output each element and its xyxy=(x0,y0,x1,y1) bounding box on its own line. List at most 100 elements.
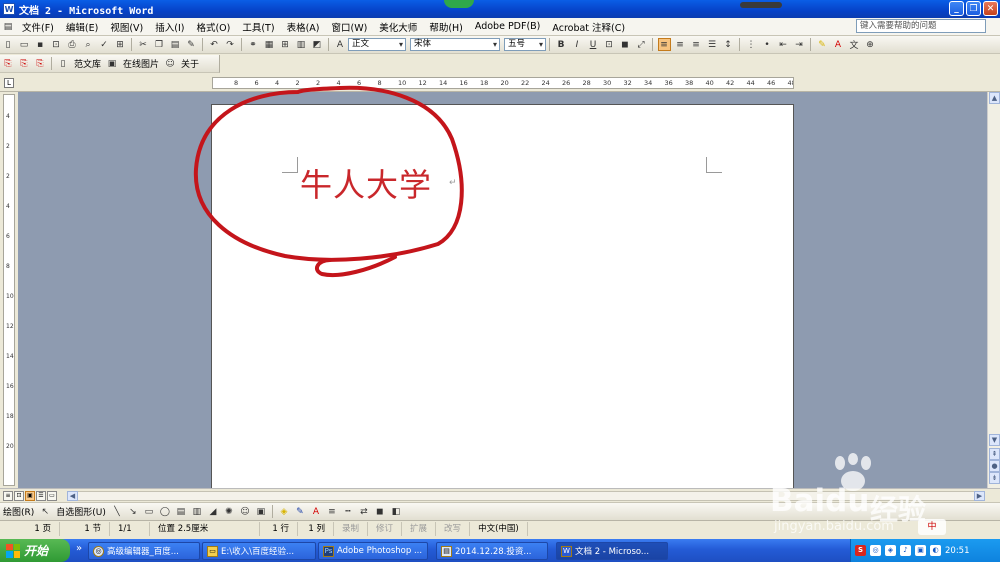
line-icon[interactable]: ╲ xyxy=(110,505,123,518)
sogou-icon[interactable]: S xyxy=(855,545,866,556)
menu-view[interactable]: 视图(V) xyxy=(104,20,149,34)
print-view-icon[interactable]: ▣ xyxy=(25,491,35,501)
cut-icon[interactable]: ✂ xyxy=(137,38,150,51)
menu-table[interactable]: 表格(A) xyxy=(281,20,326,34)
font-color-icon[interactable]: A xyxy=(832,38,845,51)
task-browser-editor[interactable]: ◎ 高级编辑器_百度... xyxy=(88,542,200,560)
template-icon[interactable]: ▯ xyxy=(57,57,70,70)
menu-beautify[interactable]: 美化大师 xyxy=(373,20,423,34)
pdf-mail-icon[interactable]: ⎘ xyxy=(18,57,31,70)
online-image-button[interactable]: 在线图片 xyxy=(123,57,159,70)
save-icon[interactable]: ▪ xyxy=(34,38,47,51)
wordart-icon[interactable]: ◢ xyxy=(206,505,219,518)
print-preview-icon[interactable]: ⌕ xyxy=(82,38,95,51)
numbering-icon[interactable]: ⋮ xyxy=(745,38,758,51)
ime-indicator[interactable]: 中 xyxy=(918,519,946,535)
help-search-input[interactable]: 键入需要帮助的问题 xyxy=(856,19,986,33)
reading-view-icon[interactable]: ▭ xyxy=(47,491,57,501)
document-icon[interactable]: ▤ xyxy=(2,20,15,33)
menu-acrobat-comments[interactable]: Acrobat 注释(C) xyxy=(546,20,631,34)
draw-menu-button[interactable]: 绘图(R) xyxy=(3,505,34,518)
start-button[interactable]: 开始 xyxy=(0,539,70,562)
columns-icon[interactable]: ▥ xyxy=(295,38,308,51)
hyperlink-icon[interactable]: ⚭ xyxy=(247,38,260,51)
select-objects-icon[interactable]: ↖ xyxy=(39,505,52,518)
scroll-up-icon[interactable]: ▲ xyxy=(989,92,1000,104)
picture-icon[interactable]: ▣ xyxy=(254,505,267,518)
menu-file[interactable]: 文件(F) xyxy=(16,20,60,34)
align-center-icon[interactable]: ≡ xyxy=(674,38,687,51)
print-icon[interactable]: ⎙ xyxy=(66,38,79,51)
insert-table-icon[interactable]: ⊞ xyxy=(279,38,292,51)
status-extend[interactable]: 扩展 xyxy=(402,521,437,536)
research-icon[interactable]: ⊞ xyxy=(114,38,127,51)
volume-icon[interactable]: ♪ xyxy=(900,545,911,556)
next-page-icon[interactable]: ⇟ xyxy=(989,472,1000,484)
paste-icon[interactable]: ▤ xyxy=(169,38,182,51)
tray-monitor-icon[interactable]: ◐ xyxy=(930,545,941,556)
tab-stop-selector[interactable]: L xyxy=(4,78,14,88)
word-app-icon[interactable]: W xyxy=(3,3,15,15)
styles-icon[interactable]: A xyxy=(334,38,347,51)
vertical-scrollbar[interactable]: ▲ ▼ ⇞ ● ⇟ xyxy=(987,92,1000,488)
open-folder-icon[interactable]: ▭ xyxy=(18,38,31,51)
online-image-icon[interactable]: ▣ xyxy=(106,57,119,70)
spelling-icon[interactable]: ✓ xyxy=(98,38,111,51)
menu-tools[interactable]: 工具(T) xyxy=(236,20,280,34)
tray-app-icon[interactable]: ▣ xyxy=(915,545,926,556)
char-scale-icon[interactable]: ⤢ xyxy=(635,38,648,51)
template-library-button[interactable]: 范文库 xyxy=(74,57,101,70)
arrow-icon[interactable]: ↘ xyxy=(126,505,139,518)
copy-icon[interactable]: ❐ xyxy=(153,38,166,51)
highlight-icon[interactable]: ✎ xyxy=(816,38,829,51)
task-word-document[interactable]: W 文档 2 - Microso... xyxy=(556,542,668,560)
vertical-ruler[interactable]: 4 2 2 4 6 8 10 12 14 16 18 20 xyxy=(3,94,15,486)
security-icon[interactable]: ◈ xyxy=(885,545,896,556)
status-overtype[interactable]: 改写 xyxy=(436,521,471,536)
task-explorer-folder[interactable]: ▭ E:\收入\百度经验... xyxy=(202,542,316,560)
status-track-changes[interactable]: 修订 xyxy=(368,521,403,536)
document-page[interactable] xyxy=(211,104,794,488)
style-select[interactable]: 正文 xyxy=(348,38,406,51)
scroll-left-icon[interactable]: ◀ xyxy=(67,491,78,501)
menu-help[interactable]: 帮助(H) xyxy=(423,20,469,34)
bold-button[interactable]: B xyxy=(555,38,568,51)
format-painter-icon[interactable]: ✎ xyxy=(185,38,198,51)
close-button[interactable]: ✕ xyxy=(983,1,998,16)
phonetic-icon[interactable]: 文 xyxy=(848,38,861,51)
tables-borders-icon[interactable]: ▦ xyxy=(263,38,276,51)
scroll-right-icon[interactable]: ▶ xyxy=(974,491,985,501)
vertical-textbox-icon[interactable]: ▥ xyxy=(190,505,203,518)
draw-font-color-icon[interactable]: A xyxy=(309,505,322,518)
menu-adobe-pdf[interactable]: Adobe PDF(B) xyxy=(469,21,547,32)
prev-page-icon[interactable]: ⇞ xyxy=(989,448,1000,460)
redo-icon[interactable]: ↷ xyxy=(224,38,237,51)
pdf-review-icon[interactable]: ⎘ xyxy=(34,57,47,70)
line-spacing-icon[interactable]: ↕ xyxy=(722,38,735,51)
line-style-icon[interactable]: ≡ xyxy=(325,505,338,518)
task-investment-doc[interactable]: ▤ 2014.12.28.投资... xyxy=(436,542,548,560)
textbox-icon[interactable]: ▤ xyxy=(174,505,187,518)
shadow-icon[interactable]: ◼ xyxy=(373,505,386,518)
pdf-convert-icon[interactable]: ⎘ xyxy=(2,57,15,70)
horizontal-ruler[interactable]: 8 6 4 2 2 4 6 8 10 12 14 16 18 20 22 24 26 28 30 32 34 36 38 40… xyxy=(212,77,794,89)
status-record[interactable]: 录制 xyxy=(334,521,369,536)
char-shading-icon[interactable]: ◼ xyxy=(619,38,632,51)
dash-style-icon[interactable]: ┅ xyxy=(341,505,354,518)
web-view-icon[interactable]: ⊡ xyxy=(14,491,24,501)
italic-button[interactable]: I xyxy=(571,38,584,51)
browse-object-icon[interactable]: ● xyxy=(989,460,1000,472)
line-color-icon[interactable]: ✎ xyxy=(293,505,306,518)
drawing-icon[interactable]: ◩ xyxy=(311,38,324,51)
minimize-button[interactable]: _ xyxy=(949,1,964,16)
decrease-indent-icon[interactable]: ⇤ xyxy=(777,38,790,51)
outline-view-icon[interactable]: ☰ xyxy=(36,491,46,501)
arrow-style-icon[interactable]: ⇄ xyxy=(357,505,370,518)
bullets-icon[interactable]: • xyxy=(761,38,774,51)
menu-edit[interactable]: 编辑(E) xyxy=(60,20,104,34)
about-button[interactable]: 关于 xyxy=(181,57,199,70)
menu-format[interactable]: 格式(O) xyxy=(190,20,236,34)
char-border-icon[interactable]: ⊡ xyxy=(603,38,616,51)
diagram-icon[interactable]: ✺ xyxy=(222,505,235,518)
oval-icon[interactable]: ◯ xyxy=(158,505,171,518)
